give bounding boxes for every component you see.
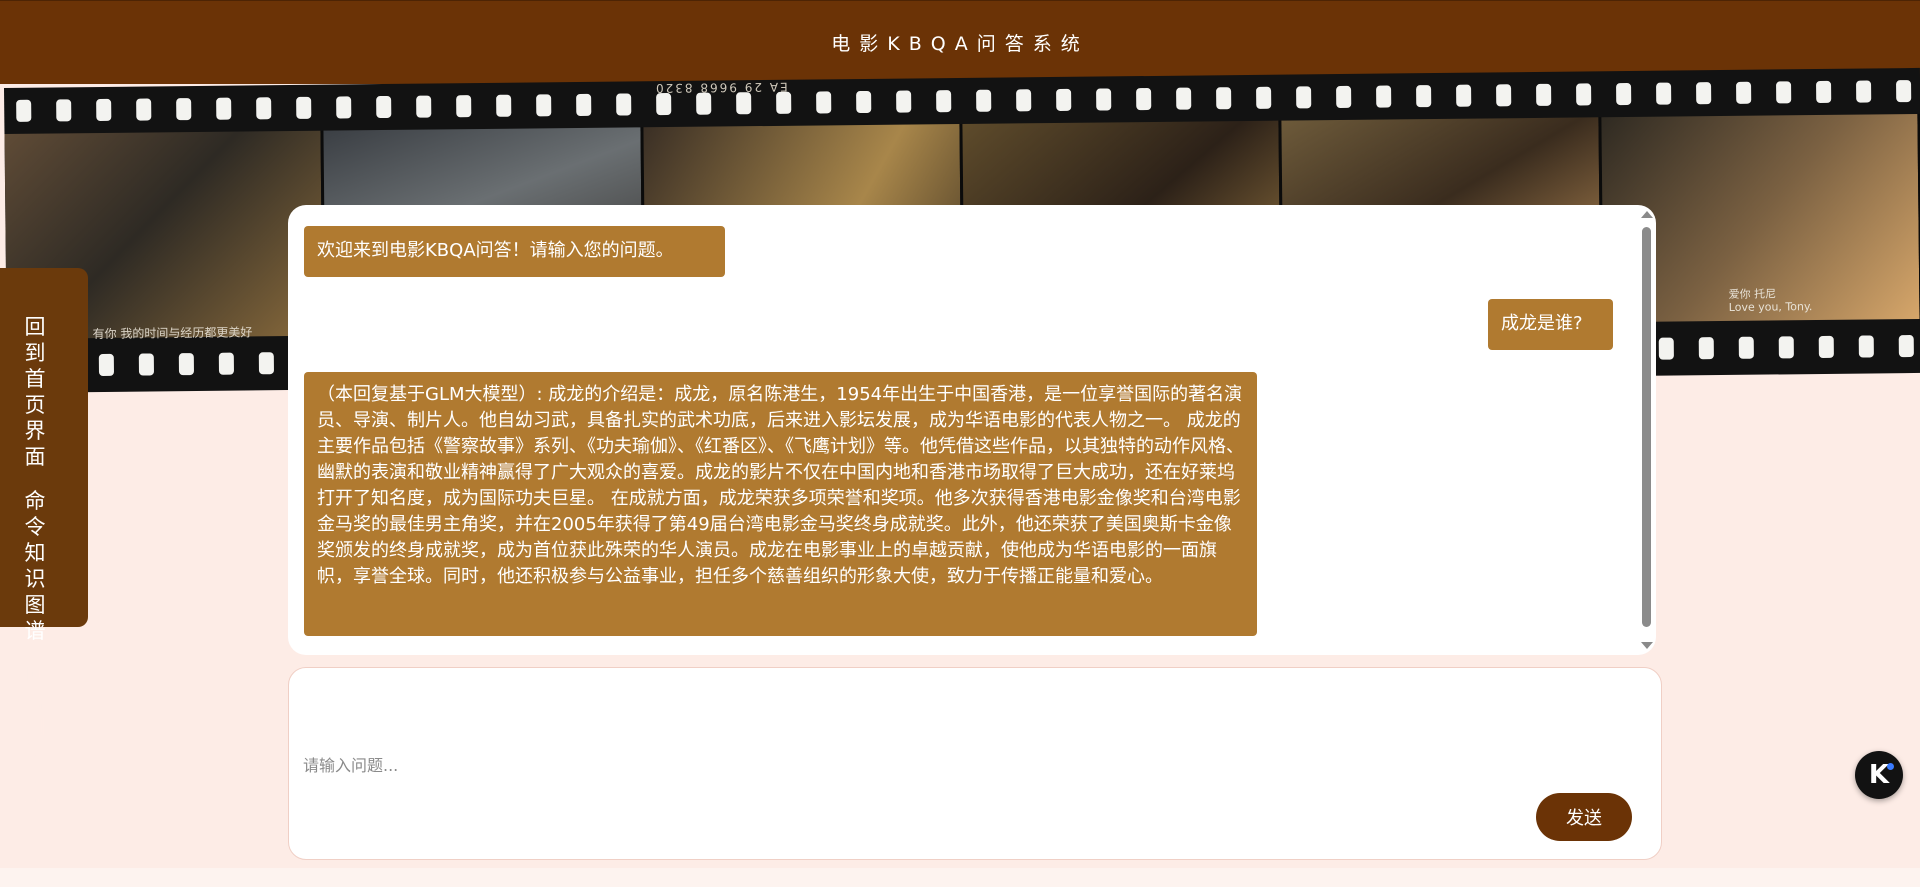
k-assistant-icon[interactable]: K: [1855, 751, 1903, 799]
side-navigation: 回到首页界面 命令知识图谱 回答知识图谱: [0, 268, 88, 817]
nav-command-kg-link[interactable]: 命令知识图谱: [24, 488, 46, 644]
film-subtitle-right-cn: 爱你 托尼: [1728, 287, 1777, 301]
film-subtitle-right-en: Love you, Tony.: [1728, 300, 1813, 314]
chat-message-system: 欢迎来到电影KBQA问答！请输入您的问题。: [304, 226, 725, 277]
chat-history-panel[interactable]: 欢迎来到电影KBQA问答！请输入您的问题。 成龙是谁? （本回复基于GLM大模型…: [288, 205, 1656, 655]
chat-message-user: 成龙是谁?: [1488, 299, 1613, 350]
scroll-up-arrow-icon[interactable]: [1641, 211, 1653, 218]
question-input[interactable]: [301, 748, 1301, 782]
send-button[interactable]: 发送: [1536, 793, 1632, 841]
film-subtitle-left: 有你 我的时间与经历都更美好: [92, 325, 253, 342]
question-input-panel: 发送: [288, 667, 1662, 860]
nav-home-link[interactable]: 回到首页界面: [24, 314, 46, 470]
chat-message-answer: （本回复基于GLM大模型）: 成龙的介绍是：成龙，原名陈港生，1954年出生于中…: [304, 372, 1257, 636]
nav-answer-kg-link[interactable]: 回答知识图谱: [24, 662, 46, 818]
app-title: 电影KBQA问答系统: [831, 33, 1089, 55]
notification-dot: [1887, 763, 1894, 770]
scroll-down-arrow-icon[interactable]: [1641, 642, 1653, 649]
page-footer-strip: [0, 868, 1920, 887]
film-subtitle-right: 爱你 托尼 Love you, Tony.: [1728, 287, 1813, 314]
scroll-thumb[interactable]: [1642, 227, 1651, 627]
film-sprocket-holes-top: [4, 80, 1920, 122]
k-assistant-label: K: [1868, 760, 1890, 790]
chat-scrollbar[interactable]: [1638, 205, 1654, 655]
